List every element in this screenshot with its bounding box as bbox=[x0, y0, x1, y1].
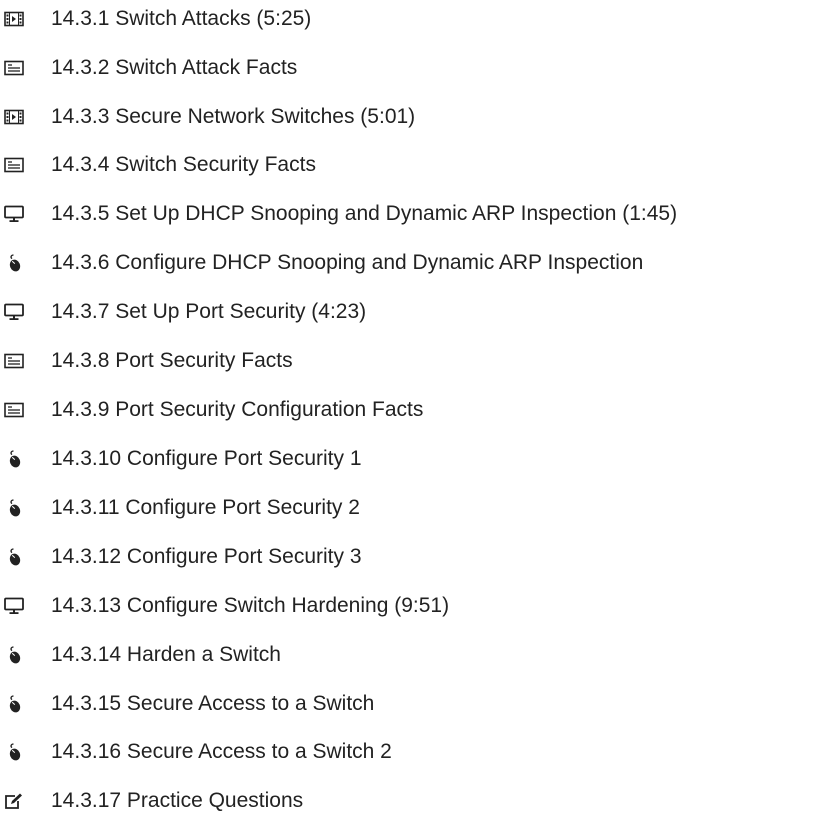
text-document-icon bbox=[0, 393, 28, 427]
lesson-item[interactable]: 14.3.5 Set Up DHCP Snooping and Dynamic … bbox=[0, 197, 677, 231]
monitor-icon bbox=[0, 589, 28, 623]
video-icon bbox=[0, 2, 28, 36]
lesson-label[interactable]: 14.3.12 Configure Port Security 3 bbox=[51, 540, 362, 574]
lesson-label[interactable]: 14.3.15 Secure Access to a Switch bbox=[51, 687, 374, 721]
lesson-item[interactable]: 14.3.15 Secure Access to a Switch bbox=[0, 687, 374, 721]
lesson-item[interactable]: 14.3.10 Configure Port Security 1 bbox=[0, 442, 362, 476]
video-icon bbox=[0, 100, 28, 134]
text-document-icon bbox=[0, 51, 28, 85]
mouse-icon bbox=[0, 735, 28, 769]
lesson-label[interactable]: 14.3.14 Harden a Switch bbox=[51, 638, 281, 672]
lesson-label[interactable]: 14.3.10 Configure Port Security 1 bbox=[51, 442, 362, 476]
mouse-icon bbox=[0, 246, 28, 280]
mouse-icon bbox=[0, 687, 28, 721]
lesson-list: 14.3.1 Switch Attacks (5:25) 14.3.2 Swit… bbox=[0, 0, 838, 818]
lesson-item[interactable]: 14.3.3 Secure Network Switches (5:01) bbox=[0, 100, 415, 134]
lesson-item[interactable]: 14.3.16 Secure Access to a Switch 2 bbox=[0, 735, 392, 769]
lesson-item[interactable]: 14.3.9 Port Security Configuration Facts bbox=[0, 393, 423, 427]
lesson-label[interactable]: 14.3.5 Set Up DHCP Snooping and Dynamic … bbox=[51, 197, 677, 231]
lesson-item[interactable]: 14.3.2 Switch Attack Facts bbox=[0, 51, 297, 85]
text-document-icon bbox=[0, 148, 28, 182]
lesson-item[interactable]: 14.3.13 Configure Switch Hardening (9:51… bbox=[0, 589, 449, 623]
lesson-item[interactable]: 14.3.4 Switch Security Facts bbox=[0, 148, 316, 182]
edit-icon bbox=[0, 784, 28, 818]
mouse-icon bbox=[0, 442, 28, 476]
lesson-label[interactable]: 14.3.3 Secure Network Switches (5:01) bbox=[51, 100, 415, 134]
mouse-icon bbox=[0, 540, 28, 574]
lesson-label[interactable]: 14.3.2 Switch Attack Facts bbox=[51, 51, 297, 85]
lesson-label[interactable]: 14.3.11 Configure Port Security 2 bbox=[51, 491, 360, 525]
lesson-item[interactable]: 14.3.11 Configure Port Security 2 bbox=[0, 491, 360, 525]
mouse-icon bbox=[0, 491, 28, 525]
lesson-label[interactable]: 14.3.1 Switch Attacks (5:25) bbox=[51, 2, 311, 36]
lesson-label[interactable]: 14.3.16 Secure Access to a Switch 2 bbox=[51, 735, 392, 769]
lesson-item[interactable]: 14.3.6 Configure DHCP Snooping and Dynam… bbox=[0, 246, 643, 280]
lesson-item[interactable]: 14.3.14 Harden a Switch bbox=[0, 638, 281, 672]
monitor-icon bbox=[0, 197, 28, 231]
mouse-icon bbox=[0, 638, 28, 672]
lesson-label[interactable]: 14.3.13 Configure Switch Hardening (9:51… bbox=[51, 589, 449, 623]
lesson-label[interactable]: 14.3.9 Port Security Configuration Facts bbox=[51, 393, 423, 427]
lesson-item[interactable]: 14.3.8 Port Security Facts bbox=[0, 344, 293, 378]
monitor-icon bbox=[0, 295, 28, 329]
lesson-item[interactable]: 14.3.7 Set Up Port Security (4:23) bbox=[0, 295, 366, 329]
lesson-label[interactable]: 14.3.6 Configure DHCP Snooping and Dynam… bbox=[51, 246, 643, 280]
lesson-label[interactable]: 14.3.8 Port Security Facts bbox=[51, 344, 293, 378]
lesson-label[interactable]: 14.3.4 Switch Security Facts bbox=[51, 148, 316, 182]
lesson-label[interactable]: 14.3.17 Practice Questions bbox=[51, 784, 303, 818]
lesson-item[interactable]: 14.3.1 Switch Attacks (5:25) bbox=[0, 2, 311, 36]
lesson-item[interactable]: 14.3.12 Configure Port Security 3 bbox=[0, 540, 362, 574]
lesson-item[interactable]: 14.3.17 Practice Questions bbox=[0, 784, 303, 818]
lesson-label[interactable]: 14.3.7 Set Up Port Security (4:23) bbox=[51, 295, 366, 329]
text-document-icon bbox=[0, 344, 28, 378]
